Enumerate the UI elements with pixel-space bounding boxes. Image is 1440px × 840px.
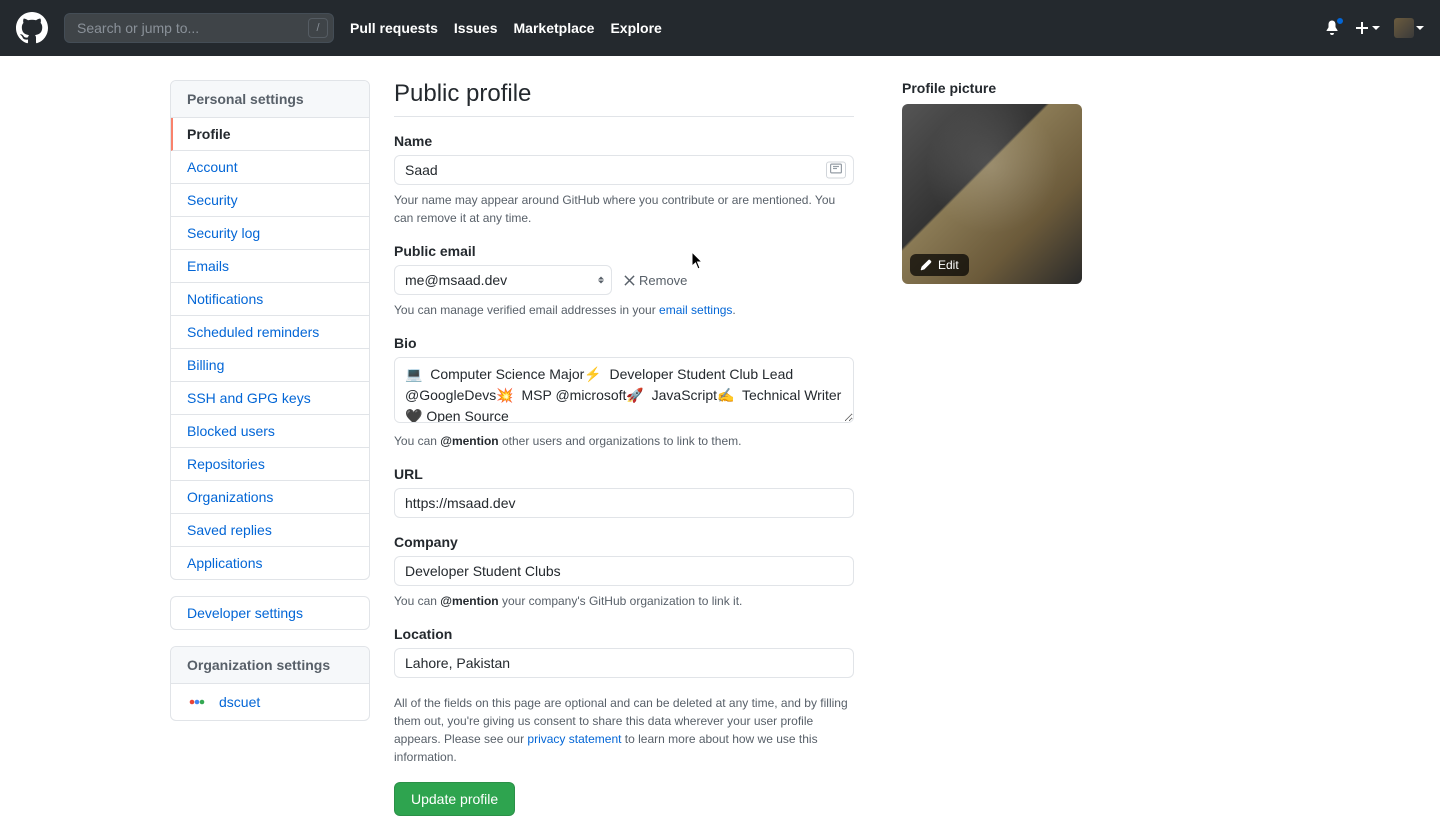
- location-input[interactable]: [394, 648, 854, 678]
- profile-picture-section: Profile picture Edit: [902, 80, 1102, 816]
- autofill-icon: [826, 162, 846, 179]
- main-content: Public profile Name Your name may appear…: [394, 80, 1270, 816]
- org-link-dscuet[interactable]: dscuet: [219, 694, 260, 710]
- nav-marketplace[interactable]: Marketplace: [514, 20, 595, 36]
- sidebar-item-profile[interactable]: Profile: [171, 118, 369, 151]
- sidebar-item-scheduled-reminders[interactable]: Scheduled reminders: [171, 316, 369, 349]
- profile-form: Public profile Name Your name may appear…: [394, 80, 854, 816]
- company-label: Company: [394, 534, 854, 550]
- x-icon: [624, 275, 635, 286]
- page-title: Public profile: [394, 80, 854, 117]
- name-input[interactable]: [394, 155, 854, 185]
- profile-picture: Edit: [902, 104, 1082, 284]
- edit-picture-button[interactable]: Edit: [910, 254, 969, 276]
- company-hint: You can @mention your company's GitHub o…: [394, 592, 854, 610]
- notification-dot-icon: [1335, 16, 1345, 26]
- org-row: dscuet: [171, 684, 369, 720]
- avatar-icon: [1394, 18, 1414, 38]
- bio-textarea[interactable]: 💻 Computer Science Major⚡ Developer Stud…: [394, 357, 854, 423]
- org-settings-menu: Organization settings dscuet: [170, 646, 370, 721]
- sidebar-item-developer-settings[interactable]: Developer settings: [171, 597, 369, 629]
- plus-icon: [1354, 20, 1370, 36]
- user-menu-dropdown[interactable]: [1394, 18, 1424, 38]
- footer-note: All of the fields on this page are optio…: [394, 694, 854, 766]
- url-label: URL: [394, 466, 854, 482]
- bio-hint: You can @mention other users and organiz…: [394, 432, 854, 450]
- caret-down-icon: [1416, 26, 1424, 30]
- sidebar-item-blocked-users[interactable]: Blocked users: [171, 415, 369, 448]
- nav-issues[interactable]: Issues: [454, 20, 498, 36]
- settings-sidebar: Personal settings Profile Account Securi…: [170, 80, 370, 816]
- sidebar-item-repositories[interactable]: Repositories: [171, 448, 369, 481]
- profile-picture-label: Profile picture: [902, 80, 1102, 96]
- bio-label: Bio: [394, 335, 854, 351]
- pencil-icon: [920, 259, 932, 271]
- search-input[interactable]: [64, 13, 334, 43]
- search-wrap: /: [64, 13, 334, 43]
- github-logo-icon[interactable]: [16, 12, 48, 44]
- email-hint: You can manage verified email addresses …: [394, 301, 854, 319]
- url-input[interactable]: [394, 488, 854, 518]
- sidebar-item-emails[interactable]: Emails: [171, 250, 369, 283]
- primary-nav: Pull requests Issues Marketplace Explore: [350, 20, 662, 36]
- company-input[interactable]: [394, 556, 854, 586]
- email-settings-link[interactable]: email settings: [659, 303, 732, 317]
- sidebar-item-organizations[interactable]: Organizations: [171, 481, 369, 514]
- top-navbar: / Pull requests Issues Marketplace Explo…: [0, 0, 1440, 56]
- nav-pull-requests[interactable]: Pull requests: [350, 20, 438, 36]
- sidebar-item-account[interactable]: Account: [171, 151, 369, 184]
- sidebar-item-ssh-gpg[interactable]: SSH and GPG keys: [171, 382, 369, 415]
- name-label: Name: [394, 133, 854, 149]
- slash-key-icon: /: [308, 18, 328, 38]
- personal-settings-menu: Personal settings Profile Account Securi…: [170, 80, 370, 580]
- email-label: Public email: [394, 243, 854, 259]
- nav-explore[interactable]: Explore: [610, 20, 661, 36]
- sidebar-item-security[interactable]: Security: [171, 184, 369, 217]
- email-select[interactable]: me@msaad.dev: [394, 265, 612, 295]
- sidebar-item-applications[interactable]: Applications: [171, 547, 369, 579]
- sidebar-item-billing[interactable]: Billing: [171, 349, 369, 382]
- developer-settings-menu: Developer settings: [170, 596, 370, 630]
- create-new-dropdown[interactable]: [1354, 20, 1380, 36]
- personal-settings-header: Personal settings: [171, 81, 369, 118]
- topbar-right: [1324, 18, 1424, 38]
- location-label: Location: [394, 626, 854, 642]
- name-hint: Your name may appear around GitHub where…: [394, 191, 854, 227]
- update-profile-button[interactable]: Update profile: [394, 782, 515, 816]
- org-settings-header: Organization settings: [171, 647, 369, 684]
- notifications-button[interactable]: [1324, 19, 1340, 38]
- org-avatar-icon: [187, 692, 207, 712]
- sidebar-item-notifications[interactable]: Notifications: [171, 283, 369, 316]
- sidebar-item-saved-replies[interactable]: Saved replies: [171, 514, 369, 547]
- privacy-statement-link[interactable]: privacy statement: [527, 732, 621, 746]
- caret-down-icon: [1372, 26, 1380, 30]
- remove-email-link[interactable]: Remove: [624, 273, 687, 288]
- sidebar-item-security-log[interactable]: Security log: [171, 217, 369, 250]
